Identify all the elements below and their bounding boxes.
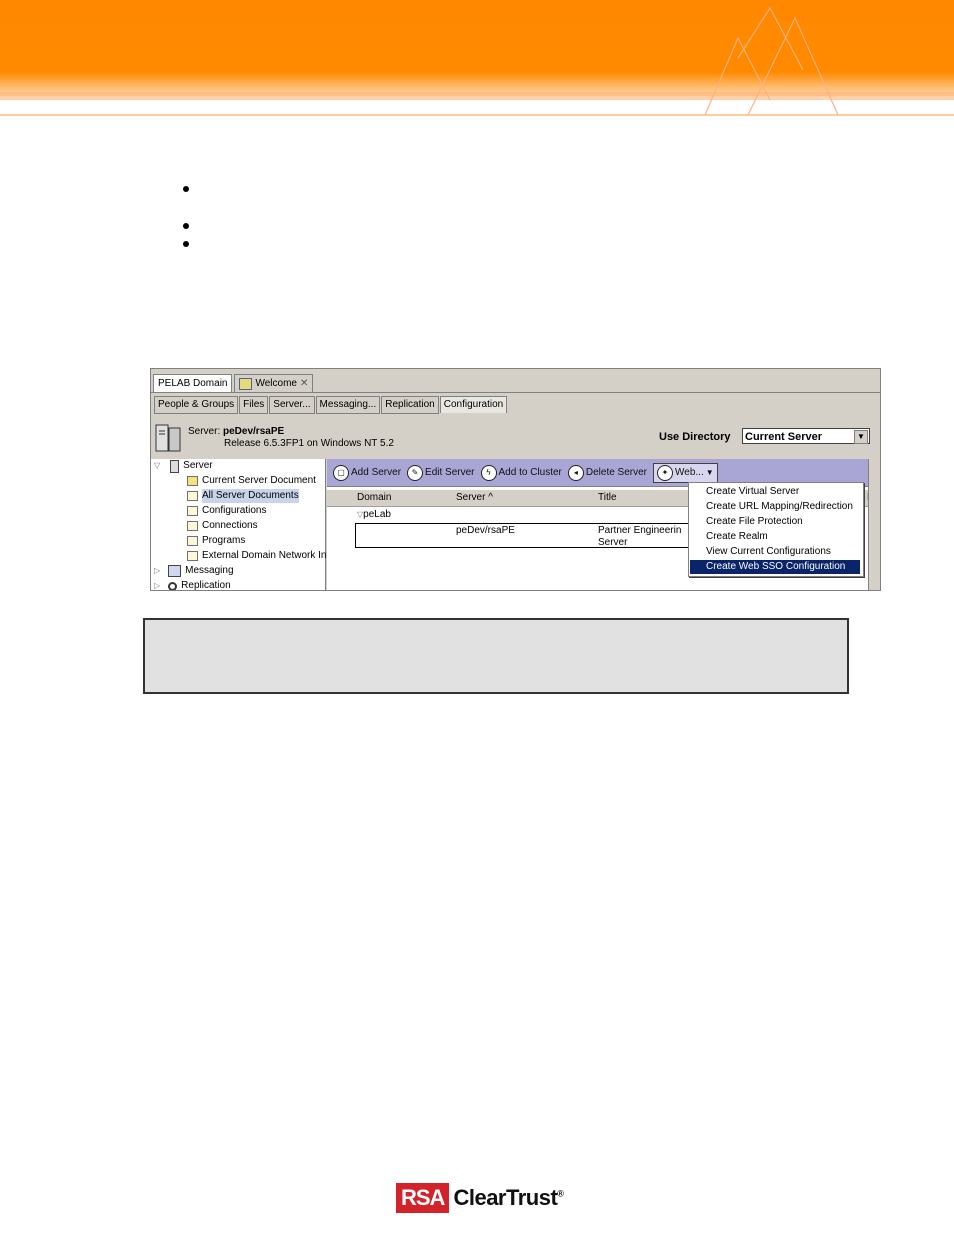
tree-item-all-server-documents[interactable]: All Server Documents xyxy=(187,489,299,503)
tree-item-server[interactable]: ▽ Server xyxy=(154,459,213,473)
tab-pelab-domain[interactable]: PELAB Domain xyxy=(153,374,233,392)
add-to-cluster-button[interactable]: ϟ Add to Cluster xyxy=(480,464,562,481)
expand-arrow-icon[interactable]: ▷ xyxy=(154,564,160,578)
delete-icon: ◂ xyxy=(567,464,584,481)
bullet xyxy=(183,186,189,192)
tab-people-groups[interactable]: People & Groups xyxy=(154,396,239,414)
server-icon xyxy=(170,459,180,473)
rsa-cleartrust-logo: RSA ClearTrust® xyxy=(396,1183,564,1213)
view-icon xyxy=(187,536,198,546)
menu-item-view-current-configurations[interactable]: View Current Configurations xyxy=(690,545,860,559)
menu-item-create-file-protection[interactable]: Create File Protection xyxy=(690,515,860,529)
close-icon[interactable]: ✕ xyxy=(300,377,308,390)
rsa-logo: RSA xyxy=(396,1183,450,1213)
tab-replication[interactable]: Replication xyxy=(381,396,439,414)
row-title: Partner Engineerin xyxy=(598,525,682,536)
add-server-button[interactable]: ▢ Add Server xyxy=(333,464,401,481)
tab-files[interactable]: Files xyxy=(239,396,269,414)
view-icon xyxy=(187,521,198,531)
column-title[interactable]: Title xyxy=(598,492,617,503)
web-menu-button[interactable]: ✦ Web... ▼ xyxy=(653,462,718,483)
chevron-down-icon: ▼ xyxy=(705,468,714,477)
registered-mark: ® xyxy=(557,1188,564,1199)
replication-icon xyxy=(168,581,178,590)
tree-item-programs[interactable]: Programs xyxy=(187,534,245,548)
tree-item-replication[interactable]: ▷ Replication xyxy=(154,579,231,590)
server-icon xyxy=(155,424,181,452)
tree-item-messaging[interactable]: ▷ Messaging xyxy=(154,564,234,578)
web-dropdown-menu: Create Virtual Server Create URL Mapping… xyxy=(688,482,864,577)
pencil-icon: ✎ xyxy=(407,464,424,481)
server-name: peDev/rsaPE xyxy=(223,426,285,437)
window-tabs: PELAB Domain Welcome ✕ xyxy=(153,374,315,392)
expand-arrow-icon[interactable]: ▷ xyxy=(154,579,160,590)
menu-item-create-virtual-server[interactable]: Create Virtual Server xyxy=(690,485,860,499)
tree-item-current-server-document[interactable]: Current Server Document xyxy=(187,474,316,488)
column-server[interactable]: Server ^ xyxy=(456,492,493,503)
edit-server-button[interactable]: ✎ Edit Server xyxy=(407,464,475,481)
release-text: Release 6.5.3FP1 on Windows NT 5.2 xyxy=(224,438,394,449)
menu-item-create-realm[interactable]: Create Realm xyxy=(690,530,860,544)
view-icon xyxy=(187,551,198,561)
use-directory-label: Use Directory xyxy=(659,431,731,443)
product-name: ClearTrust xyxy=(453,1185,558,1210)
welcome-icon xyxy=(239,377,253,390)
tree-item-connections[interactable]: Connections xyxy=(187,519,258,533)
row-title-line2: Server xyxy=(598,537,628,548)
new-document-icon: ▢ xyxy=(333,464,349,481)
header-banner xyxy=(0,0,954,116)
collapse-arrow-icon[interactable]: ▽ xyxy=(154,459,160,473)
view-icon xyxy=(187,491,198,501)
chevron-down-icon[interactable]: ▼ xyxy=(854,430,868,444)
server-prefix: Server: xyxy=(188,426,221,437)
messaging-icon xyxy=(168,565,182,577)
divider xyxy=(151,392,880,393)
tab-configuration[interactable]: Configuration xyxy=(439,396,508,413)
navigation-tree: ▽ Server Current Server Document All Ser… xyxy=(151,459,329,590)
group-row[interactable]: ▽peLab xyxy=(357,509,391,520)
lightning-icon: ϟ xyxy=(480,464,497,481)
column-domain[interactable]: Domain xyxy=(357,492,391,503)
view-icon xyxy=(187,506,198,516)
tab-welcome[interactable]: Welcome ✕ xyxy=(234,374,314,392)
document-icon xyxy=(187,476,198,486)
tab-messaging[interactable]: Messaging... xyxy=(315,396,381,414)
menu-item-create-web-sso-configuration[interactable]: Create Web SSO Configuration xyxy=(690,560,860,574)
bullet xyxy=(183,241,189,247)
vertical-scrollbar[interactable] xyxy=(868,459,876,590)
tab-server[interactable]: Server... xyxy=(269,396,315,414)
nav-tabs: People & Groups Files Server... Messagin… xyxy=(154,396,508,414)
tree-item-configurations[interactable]: Configurations xyxy=(187,504,266,518)
row-server: peDev/rsaPE xyxy=(456,525,515,536)
use-directory-select[interactable]: Current Server ▼ xyxy=(742,428,870,444)
server-info: Server: peDev/rsaPE Release 6.5.3FP1 on … xyxy=(154,421,876,457)
tree-item-external-domain[interactable]: External Domain Network Inf xyxy=(187,549,329,563)
bullet xyxy=(183,223,189,229)
note-box xyxy=(143,618,849,694)
delete-server-button[interactable]: ◂ Delete Server xyxy=(567,464,647,481)
menu-item-create-url-mapping[interactable]: Create URL Mapping/Redirection xyxy=(690,500,860,514)
globe-icon: ✦ xyxy=(657,464,674,481)
